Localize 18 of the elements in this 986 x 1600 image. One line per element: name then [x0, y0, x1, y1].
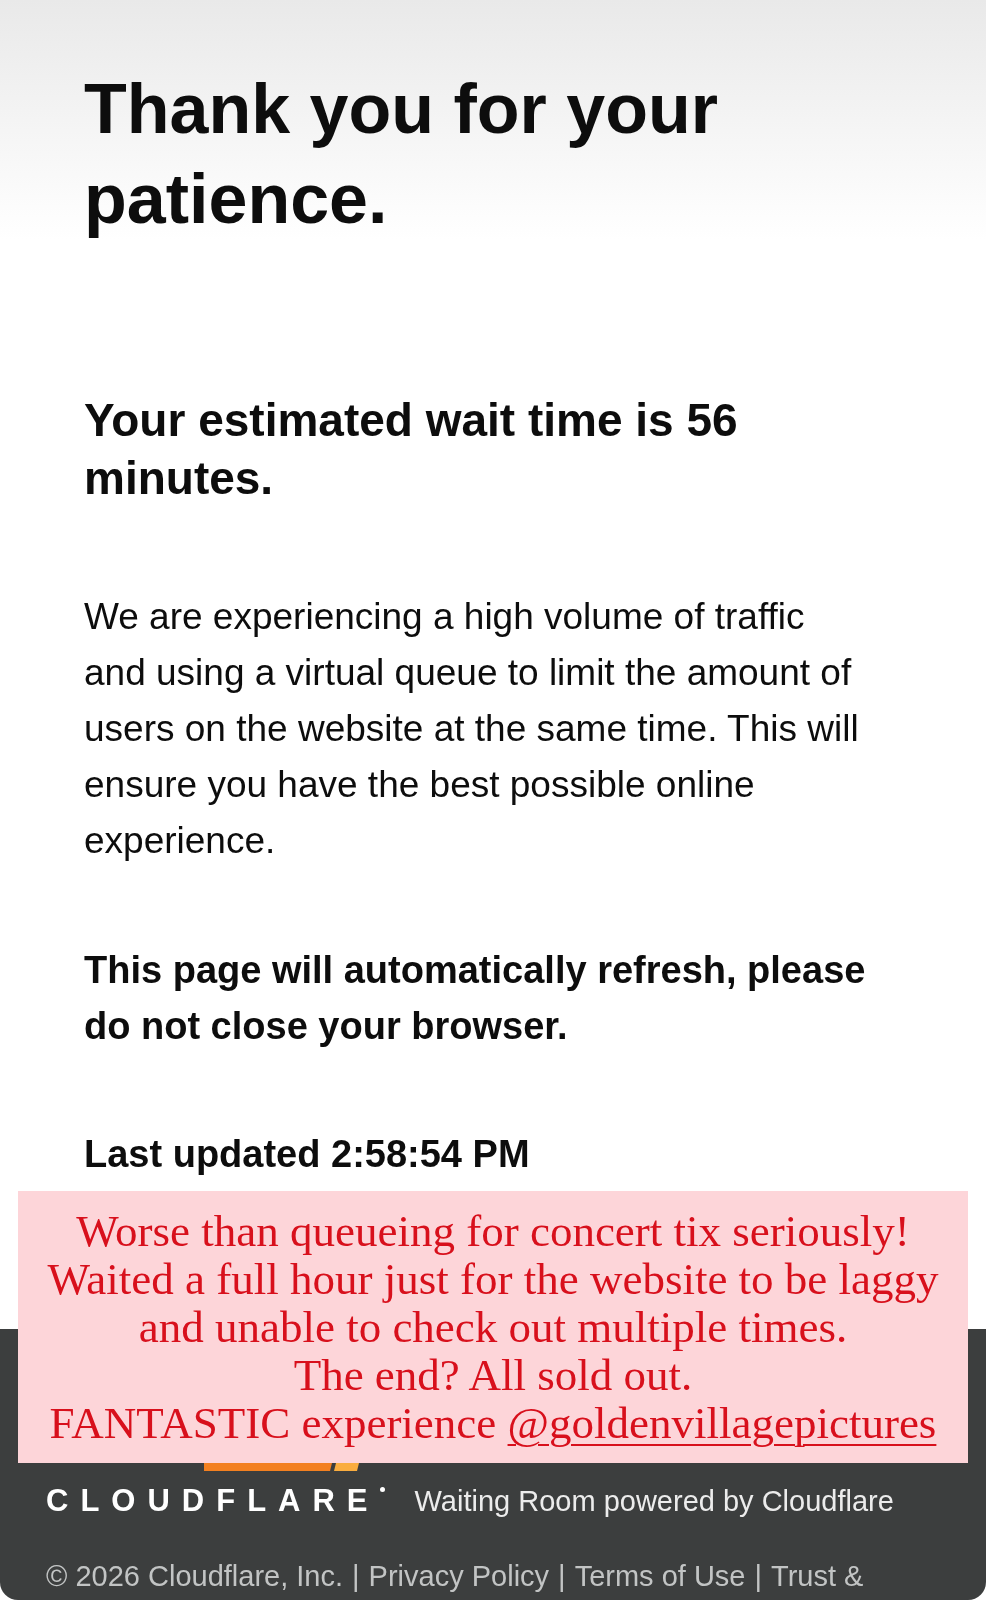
footer-link[interactable]: Privacy Policy	[368, 1556, 550, 1596]
wait-time-heading: Your estimated wait time is 56 minutes.	[84, 393, 739, 506]
separator: |	[352, 1559, 360, 1594]
powered-by-text: Waiting Room powered by Cloudflare	[414, 1484, 894, 1519]
registered-mark-icon	[379, 1487, 385, 1492]
separator: |	[558, 1559, 566, 1594]
mention-link[interactable]: @goldenvillagepictures	[507, 1398, 937, 1448]
copyright-text: © 2026 Cloudflare, Inc.	[46, 1559, 344, 1594]
last-updated-text: Last updated 2:58:54 PM	[84, 1132, 530, 1177]
footer-link[interactable]: Terms of Use	[574, 1556, 746, 1596]
footer-link[interactable]: Trust &	[771, 1556, 864, 1596]
caption-text: Worse than queueing for concert tix seriously! Waited a full hour just for the website to be laggy and unable to check out multiple times. The end? All sold out. FANTASTIC experience @goldenvillagepictures	[47, 1207, 939, 1447]
separator: |	[754, 1559, 762, 1594]
queue-info-paragraph: We are experiencing a high volume of traffic and using a virtual queue to limit the amount of users on the website at the same time. This will ensure you have the best possible online experience.	[84, 595, 860, 863]
cloudflare-wordmark: CLOUDFLARE	[46, 1482, 380, 1520]
refresh-notice: This page will automatically refresh, please do not close your browser.	[84, 948, 867, 1049]
page-title: Thank you for your patience.	[84, 69, 719, 240]
logo-bar-icon	[204, 1463, 359, 1471]
